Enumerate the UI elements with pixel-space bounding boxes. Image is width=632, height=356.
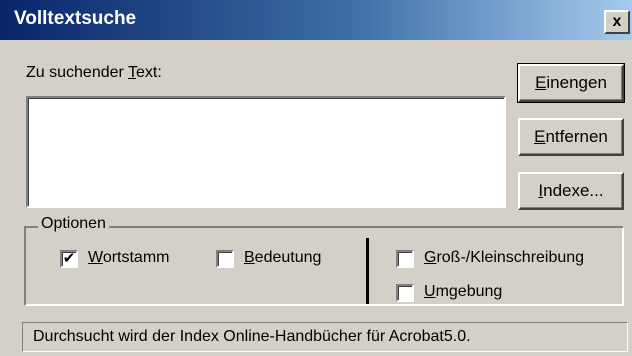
options-legend: Optionen	[38, 215, 109, 233]
wordstem-checkbox[interactable]: ✔	[60, 250, 78, 268]
check-mark-icon: ✔	[62, 250, 76, 267]
title-bar: Volltextsuche x	[0, 0, 632, 40]
proximity-checkbox[interactable]	[396, 284, 414, 302]
close-icon: x	[612, 13, 622, 30]
case-sensitive-checkbox[interactable]	[396, 250, 414, 268]
meaning-label[interactable]: Bedeutung	[244, 249, 321, 267]
meaning-checkbox[interactable]	[216, 250, 234, 268]
indexes-button[interactable]: Indexe...	[518, 172, 624, 210]
narrow-button[interactable]: Einengen	[517, 63, 625, 103]
window-title: Volltextsuche	[14, 8, 137, 29]
status-bar: Durchsucht wird der Index Online-Handbüc…	[22, 322, 628, 352]
remove-button[interactable]: Entfernen	[518, 118, 624, 156]
options-divider	[366, 238, 369, 304]
close-button[interactable]: x	[604, 10, 630, 34]
proximity-label[interactable]: Umgebung	[424, 283, 502, 301]
search-text-label: Zu suchender Text:	[26, 64, 162, 81]
wordstem-label[interactable]: Wortstamm	[88, 249, 169, 267]
case-sensitive-label[interactable]: Groß-/Kleinschreibung	[424, 249, 584, 267]
search-text-input[interactable]	[26, 96, 506, 208]
